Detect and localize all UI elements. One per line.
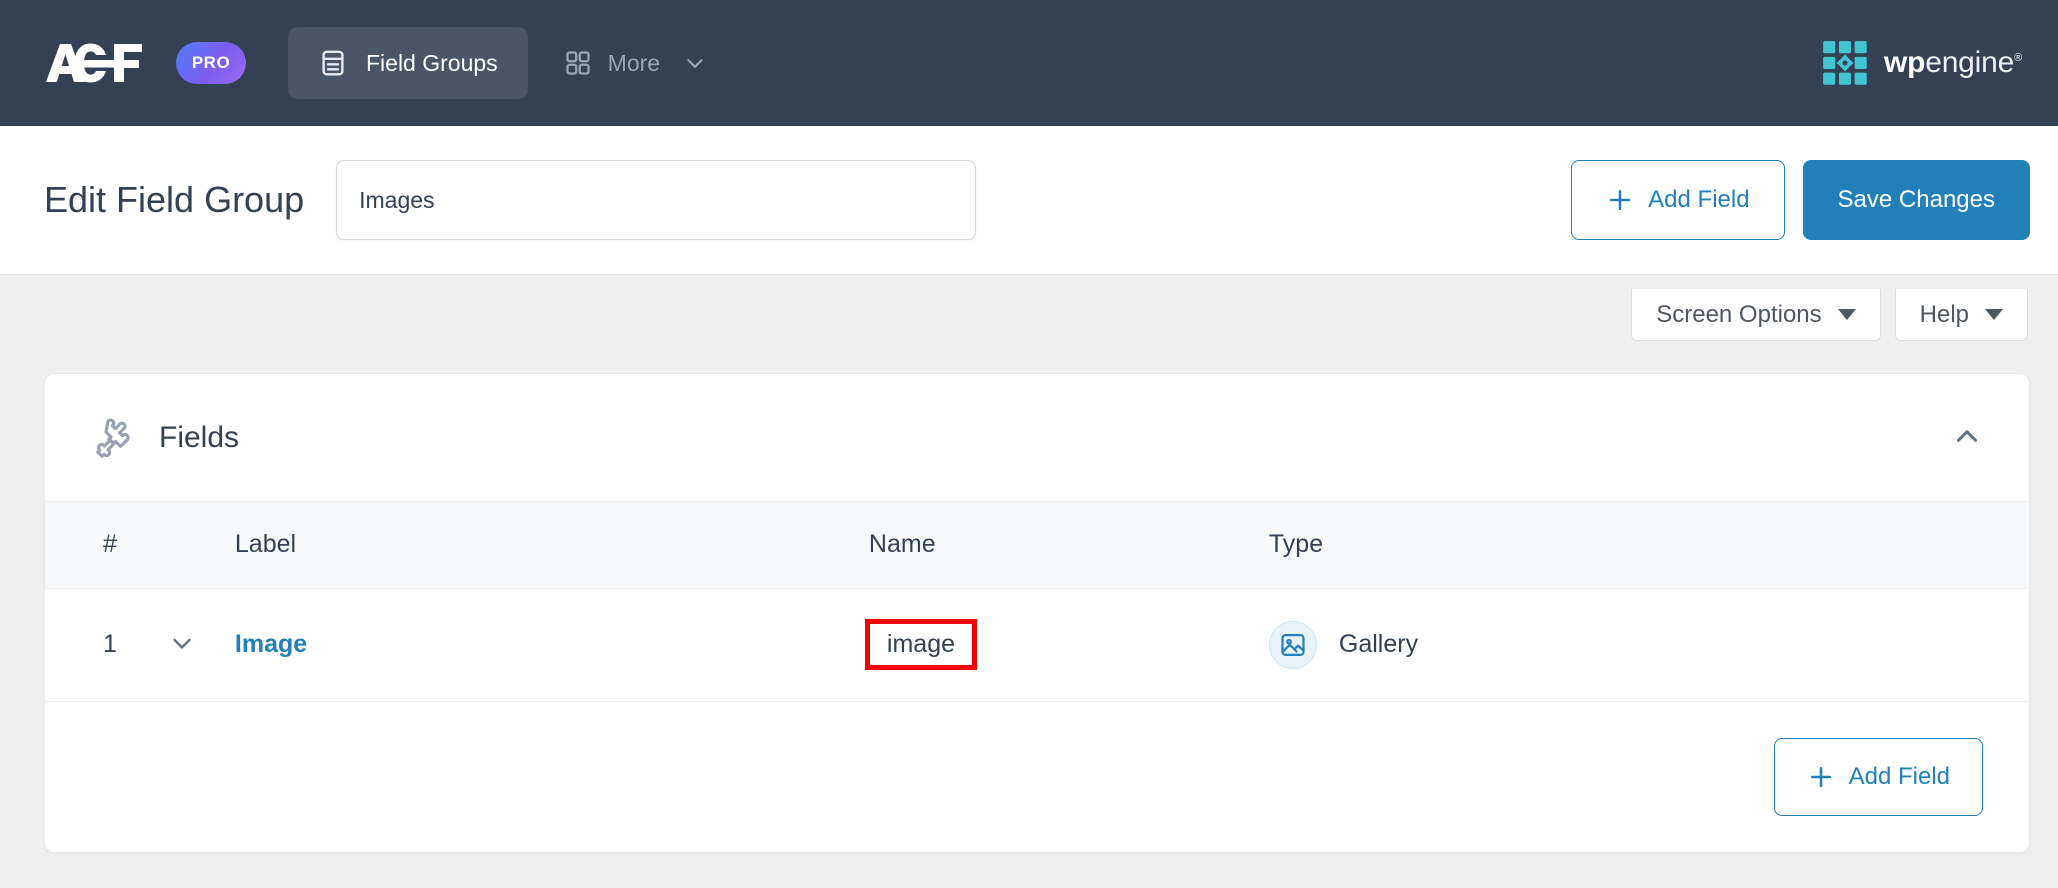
fields-panel-footer: Add Field (45, 701, 2029, 852)
fields-panel-header: Fields (45, 374, 2029, 502)
fields-table-body: 1 Image image Gallery (45, 588, 2029, 702)
nav-tab-more[interactable]: More (538, 27, 738, 99)
screen-options-button[interactable]: Screen Options (1631, 289, 1881, 341)
add-field-button-footer[interactable]: Add Field (1773, 737, 1983, 816)
grid-icon (564, 49, 592, 77)
save-changes-button[interactable]: Save Changes (1802, 160, 2030, 240)
help-label: Help (1919, 300, 1969, 328)
chevron-up-icon (1950, 419, 1984, 456)
table-row[interactable]: 1 Image image Gallery (45, 588, 2029, 702)
field-groups-icon (318, 48, 348, 78)
nav-tab-more-label: More (607, 49, 661, 76)
fields-table: # Label Name Type 1 Image image Gallery (45, 502, 2029, 702)
puzzle-piece-icon (91, 416, 135, 460)
nav-tab-field-groups-label: Field Groups (366, 49, 498, 76)
pro-badge: PRO (176, 42, 246, 84)
gallery-image-icon (1268, 620, 1317, 669)
fields-table-head: # Label Name Type (45, 502, 2029, 589)
row-order-number: 1 (103, 630, 117, 658)
nav-tab-field-groups[interactable]: Field Groups (288, 27, 528, 99)
wpengine-wp-text: wp (1883, 46, 1926, 79)
cell-name: image (864, 588, 1269, 702)
acf-admin-bar: PRO Field Groups More wpengine® (0, 0, 2058, 126)
caret-down-icon (1985, 309, 2003, 320)
wpengine-registered-mark: ® (2014, 52, 2022, 64)
field-name-value: image (886, 629, 955, 658)
field-group-title-input[interactable] (336, 160, 977, 240)
page-body: Screen Options Help Fields # Label Name … (0, 274, 2058, 888)
fields-panel: Fields # Label Name Type 1 Image image G… (44, 373, 2030, 853)
header-actions: Add Field Save Changes (1571, 160, 2030, 240)
chevron-down-icon (167, 628, 197, 661)
acf-logo[interactable] (44, 42, 156, 84)
chevron-down-icon (676, 50, 708, 76)
add-field-button-header-label: Add Field (1648, 186, 1750, 213)
save-changes-button-label: Save Changes (1837, 186, 1995, 213)
wpengine-engine-text: engine (1925, 46, 2015, 79)
column-header-name: Name (868, 502, 1269, 589)
screen-options-label: Screen Options (1656, 300, 1822, 328)
field-type-label: Gallery (1338, 630, 1419, 658)
column-header-type: Type (1268, 502, 2029, 589)
add-field-button-header[interactable]: Add Field (1571, 160, 1785, 240)
row-expand-toggle[interactable] (165, 628, 199, 662)
add-field-button-footer-label: Add Field (1848, 762, 1950, 790)
wpengine-wordmark: wpengine® (1884, 46, 2022, 80)
brand-block: PRO (44, 42, 246, 84)
plus-icon (1807, 763, 1835, 791)
fields-table-header-row: # Label Name Type (45, 502, 2029, 589)
wpengine-mark-icon (1822, 40, 1868, 86)
page-title: Edit Field Group (44, 179, 305, 220)
plus-icon (1606, 186, 1634, 214)
cell-label: Image (198, 588, 869, 702)
cell-order: 1 (45, 588, 199, 702)
screen-meta-links: Screen Options Help (0, 275, 2058, 341)
fields-panel-collapse-button[interactable] (1939, 410, 1995, 466)
wpengine-logo: wpengine® (1822, 40, 2022, 86)
column-header-order: # (45, 502, 199, 589)
caret-down-icon (1837, 309, 1856, 320)
help-button[interactable]: Help (1894, 289, 2028, 341)
admin-nav: Field Groups More (288, 27, 738, 99)
field-name-highlight-box: image (864, 618, 977, 671)
column-header-label: Label (198, 502, 869, 589)
fields-panel-title: Fields (159, 420, 240, 454)
edit-field-group-headerbar: Edit Field Group Add Field Save Changes (0, 126, 2058, 274)
cell-type: Gallery (1268, 588, 2029, 702)
field-label-link[interactable]: Image (199, 630, 307, 659)
